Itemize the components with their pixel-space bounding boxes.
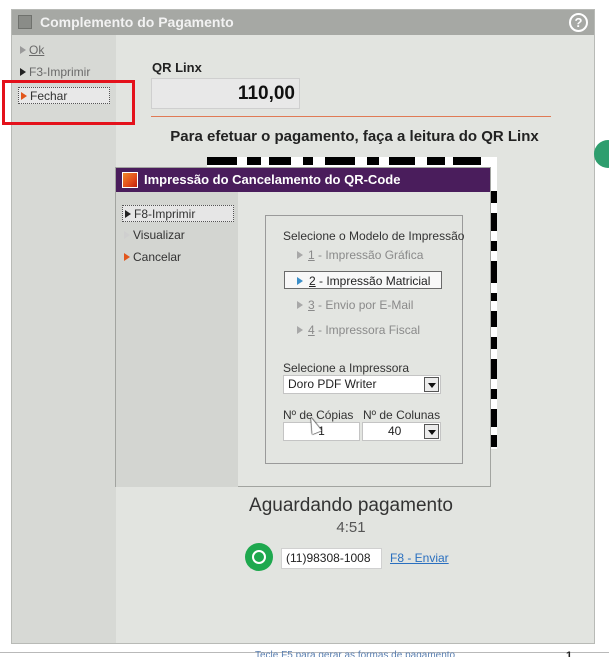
send-link[interactable]: F8 - Enviar [390,551,449,565]
print-option-matrix-label: - Impressão Matricial [315,274,431,288]
play-arrow-icon [20,68,26,76]
play-arrow-icon [297,277,303,285]
countdown-timer: 4:51 [336,519,366,536]
chevron-down-icon[interactable] [424,424,439,439]
help-icon[interactable]: ? [569,13,588,32]
annotation-highlight-box [2,80,135,125]
columns-select-value: 40 [388,424,402,438]
play-arrow-icon [20,46,26,54]
separator-line [151,116,551,117]
print-option-graphic-key: 1 [308,248,315,262]
menu-item-preview-label: Visualizar [133,228,185,242]
print-option-fiscal-label: - Impressora Fiscal [314,323,421,337]
menu-item-f8-print[interactable]: F8-Imprimir [122,205,234,222]
print-option-graphic[interactable]: 1 - Impressão Gráfica [296,246,423,264]
menu-item-ok-label: Ok [29,43,45,57]
print-model-heading: Selecione o Modelo de Impressão [283,229,465,243]
whatsapp-icon [245,543,273,571]
printer-select[interactable]: Doro PDF Writer [283,375,441,394]
printer-select-value: Doro PDF Writer [288,377,377,391]
play-arrow-icon [124,231,130,239]
qr-linx-label: QR Linx [152,60,202,75]
columns-label: Nº de Colunas [363,408,441,422]
phone-input[interactable]: (11)98308-1008 [281,548,382,569]
play-arrow-icon [297,251,303,259]
footer-page-number: 1 [566,650,573,657]
print-option-email[interactable]: 3 - Envio por E-Mail [296,296,413,314]
awaiting-payment-title: Aguardando pagamento [249,495,453,516]
play-arrow-icon [125,210,131,218]
print-option-fiscal[interactable]: 4 - Impressora Fiscal [296,321,420,339]
linx-logo-icon [122,172,138,188]
print-option-matrix[interactable]: 2 - Impressão Matricial [284,271,442,289]
menu-item-ok[interactable]: Ok [18,42,44,59]
print-option-fiscal-key: 4 [308,323,315,337]
side-status-dot [594,140,609,168]
dialog-side-menu: F8-Imprimir Visualizar Cancelar [116,192,238,487]
outer-window-title: Complemento do Pagamento [40,14,234,30]
menu-item-print-label: F3-Imprimir [29,65,91,79]
play-arrow-icon [297,326,303,334]
play-arrow-icon [124,253,130,261]
amount-field: 110,00 [151,78,300,109]
menu-item-f8-print-label: F8-Imprimir [134,207,196,221]
chevron-down-icon[interactable] [424,377,439,392]
printer-heading: Selecione a Impressora [283,361,410,375]
copies-input[interactable]: 1 [283,422,360,441]
print-option-graphic-label: - Impressão Gráfica [314,248,424,262]
menu-item-cancel-label: Cancelar [133,250,182,264]
dialog-title: Impressão do Cancelamento do QR-Code [144,172,401,187]
dialog-title-bar: Impressão do Cancelamento do QR-Code [116,168,490,192]
app-logo-icon [18,15,32,29]
print-option-email-label: - Envio por E-Mail [314,298,414,312]
print-option-email-key: 3 [308,298,315,312]
payment-instruction: Para efetuar o pagamento, faça a leitura… [170,128,539,145]
copies-label: Nº de Cópias [283,408,354,422]
menu-item-print[interactable]: F3-Imprimir [18,64,90,81]
columns-select[interactable]: 40 [362,422,441,441]
footer-hint: Tecle F5 para gerar as formas de pagamen… [255,650,456,657]
outer-side-menu: Ok F3-Imprimir Fechar [12,35,116,643]
play-arrow-icon [297,301,303,309]
print-option-matrix-key: 2 [309,274,316,288]
outer-title-bar: Complemento do Pagamento ? [12,10,594,35]
menu-item-preview[interactable]: Visualizar [122,227,185,244]
menu-item-cancel[interactable]: Cancelar [122,249,181,266]
